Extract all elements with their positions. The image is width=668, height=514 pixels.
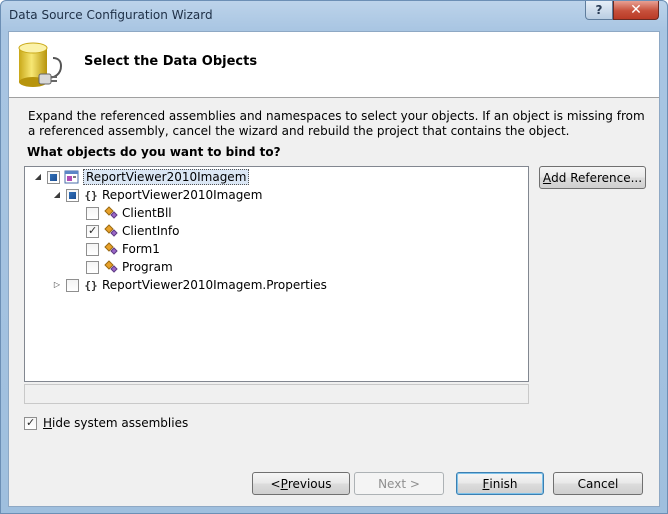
tree-node-class[interactable]: Form1	[72, 240, 160, 258]
tree-node-checkbox[interactable]	[86, 206, 99, 220]
project-icon	[64, 169, 80, 185]
tree-node-label: ClientBll	[122, 206, 172, 220]
tree-node-checkbox[interactable]	[86, 260, 99, 274]
class-icon	[103, 241, 119, 257]
tree-node-label: Program	[122, 260, 173, 274]
finish-button[interactable]: Finish	[456, 472, 544, 495]
hide-system-assemblies-checkbox[interactable]: Hide system assemblies	[24, 416, 188, 430]
class-icon	[103, 205, 119, 221]
objects-tree[interactable]: ◢ ReportViewer2010Imagem ◢ {} ReportView…	[24, 166, 529, 382]
title-bar[interactable]: Data Source Configuration Wizard ? ✕	[1, 1, 667, 31]
tree-node-namespace[interactable]: ◢ {} ReportViewer2010Imagem	[52, 186, 262, 204]
wizard-client-area: Select the Data Objects Expand the refer…	[8, 31, 660, 507]
add-reference-button[interactable]: Add Reference...	[539, 166, 646, 189]
database-plug-icon	[18, 42, 63, 87]
tree-node-class[interactable]: ClientBll	[72, 204, 172, 222]
class-icon	[103, 259, 119, 275]
class-icon	[103, 223, 119, 239]
cancel-button[interactable]: Cancel	[553, 472, 643, 495]
tree-node-class[interactable]: ClientInfo	[72, 222, 179, 240]
tree-node-checkbox[interactable]	[86, 242, 99, 256]
checkbox[interactable]	[24, 416, 37, 430]
page-title: Select the Data Objects	[84, 54, 258, 69]
collapse-arrow-icon[interactable]: ◢	[33, 172, 43, 182]
tree-node-label: ClientInfo	[122, 224, 180, 238]
collapse-arrow-icon[interactable]: ◢	[52, 190, 62, 200]
wizard-window: Data Source Configuration Wizard ? ✕ Sel…	[0, 0, 668, 514]
bind-question-label: What objects do you want to bind to?	[27, 145, 281, 159]
tree-description-bar	[24, 384, 529, 404]
tree-node-checkbox[interactable]	[66, 188, 79, 202]
tree-node-label: ReportViewer2010Imagem.Properties	[102, 278, 327, 292]
previous-button[interactable]: < Previous	[252, 472, 350, 495]
tree-node-checkbox[interactable]	[47, 170, 60, 184]
namespace-icon: {}	[84, 188, 98, 202]
next-button[interactable]: Next >	[354, 472, 444, 495]
description-text: Expand the referenced assemblies and nam…	[28, 109, 645, 138]
hide-system-assemblies-label: Hide system assemblies	[43, 416, 189, 430]
namespace-icon: {}	[84, 278, 98, 292]
tree-node-namespace-properties[interactable]: ▷ {} ReportViewer2010Imagem.Properties	[52, 276, 327, 294]
tree-node-label: Form1	[122, 242, 160, 256]
expand-arrow-icon[interactable]: ▷	[52, 280, 62, 290]
window-title: Data Source Configuration Wizard	[9, 8, 213, 22]
tree-node-checkbox[interactable]	[66, 278, 79, 292]
tree-node-label: ReportViewer2010Imagem	[102, 188, 263, 202]
tree-node-class[interactable]: Program	[72, 258, 173, 276]
help-button[interactable]: ?	[585, 1, 613, 20]
close-button[interactable]: ✕	[613, 1, 659, 20]
tree-node-root[interactable]: ◢ ReportViewer2010Imagem	[33, 168, 250, 186]
tree-node-checkbox[interactable]	[86, 224, 99, 238]
wizard-header: Select the Data Objects	[9, 32, 659, 98]
tree-node-label: ReportViewer2010Imagem	[83, 169, 250, 185]
